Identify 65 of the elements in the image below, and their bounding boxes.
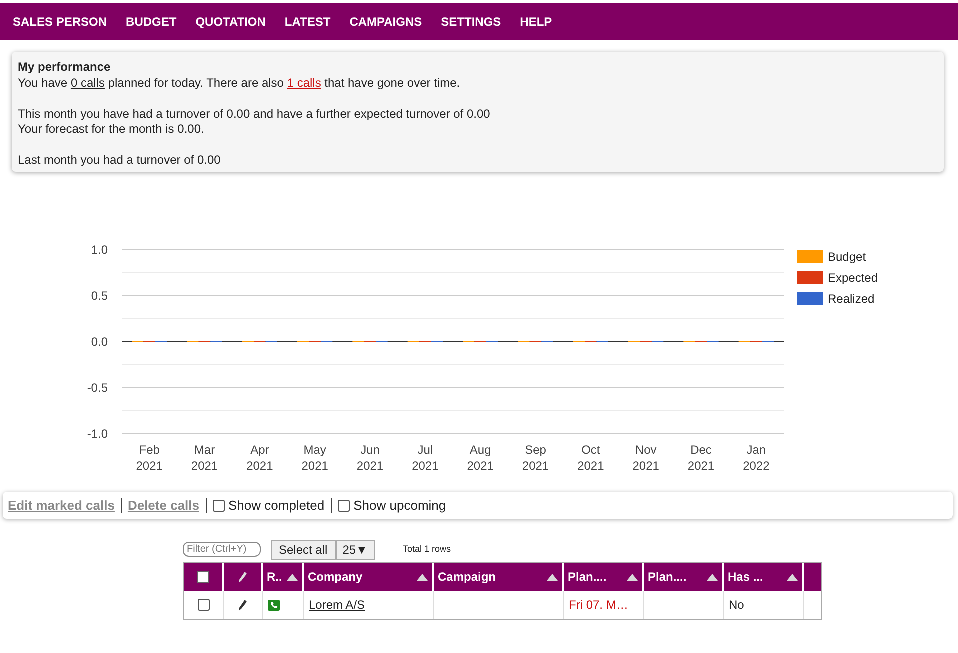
nav-link[interactable]: SETTINGS (441, 12, 502, 30)
summary-text: Your forecast for the month is 0.00. (18, 122, 206, 138)
summary-text: This month you have had a turnover of 0.00 and have a further expected turnover of 0.00 (18, 106, 492, 122)
nav-link[interactable]: HELP (520, 12, 552, 30)
option-checkbox[interactable]: Show completed (212, 496, 325, 516)
sort-icon[interactable] (417, 574, 428, 580)
axis-tick-label: Mar 2021 (191, 443, 218, 473)
sort-icon[interactable] (287, 574, 298, 580)
nav-link[interactable]: QUOTATION (196, 12, 266, 30)
option-checkbox[interactable]: Show upcoming (338, 496, 446, 516)
axis-tick-label: Feb 2021 (136, 443, 163, 473)
column-header[interactable]: Company (308, 568, 363, 586)
panel-title: My performance (18, 60, 112, 76)
calls-link[interactable]: 1 calls (287, 76, 322, 90)
axis-tick-label: Jun 2021 (356, 443, 384, 473)
axis-tick-label: Jul 2021 (412, 443, 439, 473)
table-cell-text: No (729, 597, 744, 614)
pencil-icon (238, 572, 246, 582)
nav-link[interactable]: BUDGET (126, 12, 177, 30)
axis-tick-label: -1.0 (87, 427, 108, 441)
axis-tick-label: -0.5 (87, 381, 108, 395)
summary-text: Last month you had a turnover of 0.00 (18, 153, 222, 168)
axis-tick-label: Oct 2021 (578, 443, 604, 473)
filter-field[interactable]: Filter (Ctrl+Y) (183, 542, 261, 557)
legend-swatch (797, 271, 823, 284)
axis-tick-label: May 2021 (302, 443, 328, 473)
phone-icon (268, 600, 280, 610)
table-cell-text: Fri 07. M… (569, 597, 628, 614)
page-size-dropdown[interactable]: 25▼ (336, 540, 375, 560)
column-header[interactable]: Has ... (728, 568, 764, 586)
nav-link[interactable]: LATEST (284, 12, 331, 30)
legend-swatch (797, 250, 823, 263)
sort-icon[interactable] (627, 574, 638, 580)
legend-label: Expected (828, 271, 878, 285)
action-link[interactable]: Edit marked calls (8, 496, 115, 516)
pencil-icon (239, 600, 247, 610)
column-header[interactable]: R.. (267, 568, 282, 586)
select-all-button[interactable]: Select all (271, 540, 336, 560)
header-checkbox[interactable] (197, 571, 209, 583)
axis-tick-label: Dec 2021 (688, 443, 715, 473)
total-rows-text: Total 1 rows (402, 542, 451, 556)
sort-icon[interactable] (787, 574, 798, 580)
action-link[interactable]: Delete calls (128, 496, 200, 516)
column-header[interactable]: Plan.... (568, 568, 607, 586)
axis-tick-label: 0.5 (91, 289, 108, 303)
axis-tick-label: Nov 2021 (632, 443, 660, 473)
axis-tick-label: 1.0 (91, 243, 108, 257)
sort-icon[interactable] (547, 574, 558, 580)
legend-label: Budget (828, 250, 866, 264)
company-link[interactable]: Lorem A/S (309, 596, 366, 614)
calls-link[interactable]: 0 calls (70, 76, 105, 90)
axis-tick-label: Sep 2021 (522, 443, 550, 473)
axis-tick-label: Jan 2022 (743, 443, 770, 473)
legend-label: Realized (828, 292, 875, 306)
row-checkbox[interactable] (198, 599, 210, 611)
axis-tick-label: Apr 2021 (246, 443, 274, 473)
axis-tick-label: Aug 2021 (467, 443, 494, 473)
summary-text: You have 0 calls planned for today. There are also 1 calls that have gone over time. (18, 76, 462, 91)
legend-swatch (797, 292, 823, 305)
column-header[interactable]: Plan.... (648, 568, 687, 586)
column-header[interactable]: Campaign (438, 568, 496, 586)
nav-link[interactable]: CAMPAIGNS (350, 12, 422, 30)
axis-tick-label: 0.0 (91, 335, 108, 349)
nav-link[interactable]: SALES PERSON (13, 12, 108, 30)
sort-icon[interactable] (707, 574, 718, 580)
